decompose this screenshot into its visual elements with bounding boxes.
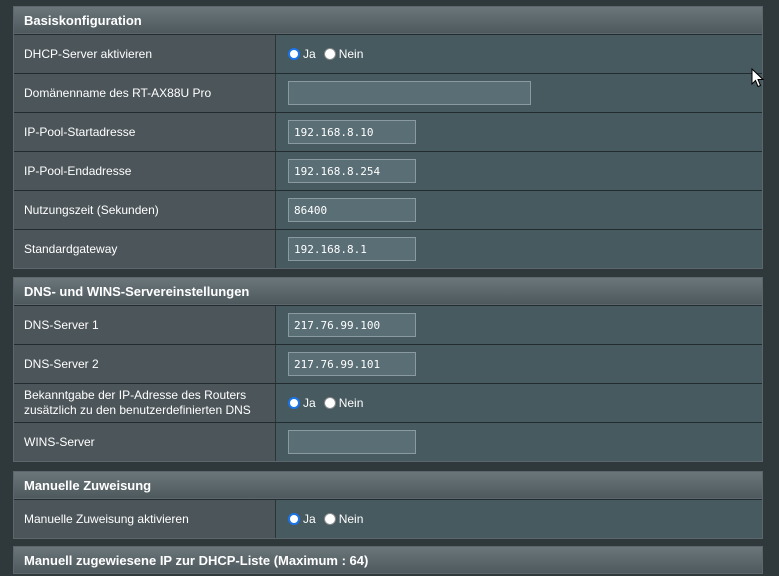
label-advertise-router-ip-line2: zusätzlich zu den benutzerdefinierten DN… [24,403,251,417]
mouse-pointer-icon [751,68,765,88]
manual-assignment-yes-radio[interactable] [288,513,300,525]
dhcp-enable-yes-label[interactable]: Ja [303,47,316,61]
value-dhcp-enable: Ja Nein [276,35,762,73]
default-gateway-input[interactable] [288,237,416,261]
section-manual-assignment: Manuelle Zuweisung Manuelle Zuweisung ak… [13,471,763,539]
dns-server-2-input[interactable] [288,352,416,376]
section-title-dhcp-list: Manuell zugewiesene IP zur DHCP-Liste (M… [14,547,762,574]
row-dhcp-enable: DHCP-Server aktivieren Ja Nein [14,34,762,73]
dhcp-enable-yes-radio[interactable] [288,48,300,60]
manual-assignment-no-radio[interactable] [323,513,336,525]
section-dhcp-list: Manuell zugewiesene IP zur DHCP-Liste (M… [13,546,763,574]
label-dhcp-enable: DHCP-Server aktivieren [14,35,276,73]
value-default-gateway [276,230,762,268]
pool-start-input[interactable] [288,120,416,144]
section-basic-config: Basiskonfiguration DHCP-Server aktiviere… [13,6,763,269]
section-title-manual-assignment: Manuelle Zuweisung [14,472,762,499]
value-pool-start [276,113,762,151]
row-manual-assignment-enable: Manuelle Zuweisung aktivieren Ja Nein [14,499,762,538]
value-wins-server [276,423,762,461]
pool-end-input[interactable] [288,159,416,183]
label-lease-time: Nutzungszeit (Sekunden) [14,191,276,229]
value-pool-end [276,152,762,190]
value-lease-time [276,191,762,229]
advertise-router-ip-yes-label[interactable]: Ja [303,396,316,410]
label-manual-assignment-enable: Manuelle Zuweisung aktivieren [14,500,276,538]
value-manual-assignment-enable: Ja Nein [276,500,762,538]
value-dns-server-2 [276,345,762,383]
row-wins-server: WINS-Server [14,422,762,461]
wins-server-input[interactable] [288,430,416,454]
manual-assignment-radio-group: Ja Nein [288,512,371,526]
advertise-router-ip-yes-radio[interactable] [288,397,300,409]
section-title-dns-wins: DNS- und WINS-Servereinstellungen [14,278,762,305]
manual-assignment-no-label[interactable]: Nein [339,512,364,526]
dns-server-1-input[interactable] [288,313,416,337]
row-domain-name: Domänenname des RT-AX88U Pro [14,73,762,112]
row-lease-time: Nutzungszeit (Sekunden) [14,190,762,229]
row-pool-start: IP-Pool-Startadresse [14,112,762,151]
label-dns-server-1: DNS-Server 1 [14,306,276,344]
row-dns-server-1: DNS-Server 1 [14,305,762,344]
manual-assignment-yes-label[interactable]: Ja [303,512,316,526]
lease-time-input[interactable] [288,198,416,222]
advertise-router-ip-no-label[interactable]: Nein [339,396,364,410]
advertise-router-ip-no-radio[interactable] [323,397,336,409]
value-advertise-router-ip: Ja Nein [276,384,762,422]
dhcp-enable-no-label[interactable]: Nein [339,47,364,61]
value-domain-name [276,74,762,112]
label-pool-end: IP-Pool-Endadresse [14,152,276,190]
label-pool-start: IP-Pool-Startadresse [14,113,276,151]
advertise-router-ip-radio-group: Ja Nein [288,396,371,410]
label-wins-server: WINS-Server [14,423,276,461]
dhcp-enable-radio-group: Ja Nein [288,47,371,61]
label-default-gateway: Standardgateway [14,230,276,268]
dhcp-settings-page: Basiskonfiguration DHCP-Server aktiviere… [0,0,779,576]
row-default-gateway: Standardgateway [14,229,762,268]
label-dns-server-2: DNS-Server 2 [14,345,276,383]
row-dns-server-2: DNS-Server 2 [14,344,762,383]
row-advertise-router-ip: Bekanntgabe der IP-Adresse des Routers z… [14,383,762,422]
dhcp-enable-no-radio[interactable] [323,48,336,60]
value-dns-server-1 [276,306,762,344]
label-advertise-router-ip-line1: Bekanntgabe der IP-Adresse des Routers [24,388,247,402]
row-pool-end: IP-Pool-Endadresse [14,151,762,190]
section-title-basic-config: Basiskonfiguration [14,7,762,34]
label-domain-name: Domänenname des RT-AX88U Pro [14,74,276,112]
label-advertise-router-ip: Bekanntgabe der IP-Adresse des Routers z… [14,384,276,422]
domain-name-input[interactable] [288,81,531,105]
section-dns-wins: DNS- und WINS-Servereinstellungen DNS-Se… [13,277,763,462]
